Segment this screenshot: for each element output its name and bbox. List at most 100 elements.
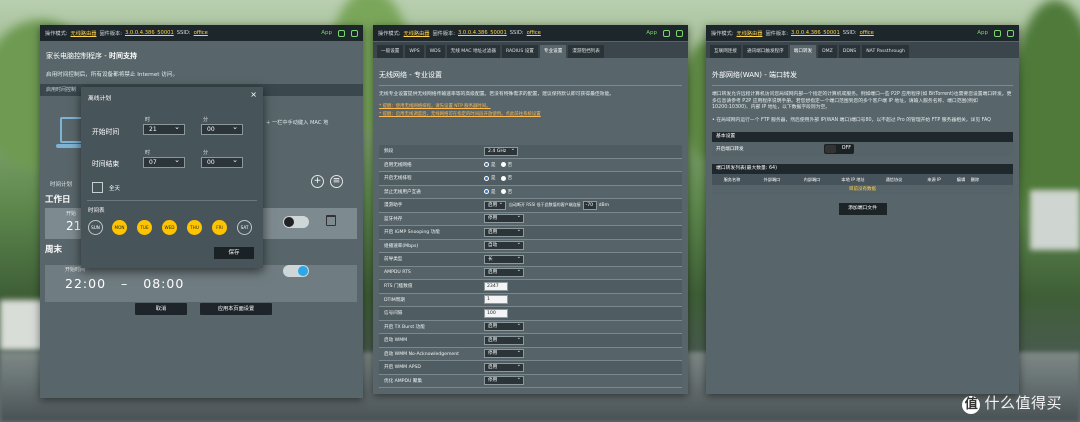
ssid-label: SSID: [176,30,191,36]
mode-value[interactable]: 无线路由器 [404,30,430,37]
day-thu[interactable]: THU [187,220,202,235]
page-description: 端口转发允许远程计算机访问您局域网内部一个指定的计算机或服务。例如端口一些 P2… [712,92,1012,110]
firmware-value[interactable]: 3.0.0.4.386_50001 [125,30,174,36]
day-sun[interactable]: SUN [88,220,103,235]
user-icon[interactable] [663,29,670,37]
setting-input[interactable]: 2347 [484,281,508,291]
ssid-value[interactable]: office [527,30,541,36]
schedule-warning-link[interactable]: * 提醒：启用无线调度后，无线网络可在指定的时间段开放使用。点此前往系统设置 [379,112,682,118]
setting-select[interactable]: 启用 [484,335,524,345]
basic-settings-section: 基本设置 开启端口转发 OFF [712,132,1013,156]
wan-tab[interactable]: 通讯端口触发程序 [742,45,788,58]
ntp-warning-link[interactable]: * 提醒：使用无线网络排程，请先设置 NTP 服务器时间。 [379,104,682,110]
radio-button[interactable] [484,162,489,168]
wan-tab[interactable]: NAT Passthrough [862,45,909,58]
setting-label: 开启无线排程 [384,176,412,182]
setting-select[interactable]: 停用 [484,213,524,224]
setting-label: 信号间隔 [384,311,403,317]
setting-input[interactable]: 1 [484,295,508,305]
add-profile-button[interactable]: 添加端口文件 [838,203,887,215]
mode-value[interactable]: 无线路由器 [71,30,97,37]
radio-button[interactable] [500,175,506,181]
wireless-tab[interactable]: 无线 MAC 地址过滤器 [446,45,500,58]
add-schedule-button[interactable]: + [311,175,324,188]
end-hour-select[interactable]: 07 [143,156,185,168]
user-icon[interactable] [994,29,1001,37]
wan-tab[interactable]: DDNS [838,45,861,58]
setting-select[interactable]: 启用 [484,227,524,237]
day-tue[interactable]: TUE [137,220,152,235]
column-header: 服务名称 [723,176,741,182]
app-link[interactable]: App [977,30,988,36]
wireless-tab[interactable]: WPS [405,45,424,58]
end-minute-select[interactable]: 00 [201,156,243,168]
close-icon[interactable]: × [250,90,257,99]
port-forward-toggle[interactable]: OFF [824,144,854,154]
start-minute-label: 分 [203,117,209,123]
wireless-tabs: 一般设置 WPS WDS 无线 MAC 地址过滤器 RADIUS 设置 专业设置 漫游阻挡列… [373,42,688,58]
day-fri[interactable]: FRI [212,220,227,235]
cancel-button[interactable]: 取消 [135,303,187,315]
day-mon[interactable]: MON [112,220,127,235]
setting-select[interactable]: 停用 [484,375,524,386]
radio-button[interactable] [500,162,506,168]
mac-hint-text: + 一栏中手动键入 MAC 地 [266,120,329,126]
mode-value[interactable]: 无线路由器 [737,30,763,37]
list-schedule-button[interactable]: ≡ [330,175,343,188]
rssi-input[interactable]: -70 [582,200,597,210]
ssid-value[interactable]: office [860,30,874,36]
watermark-text: 什么值得买 [984,394,1062,412]
usb-icon[interactable] [1007,29,1014,37]
setting-row: 前导类型 长 [379,253,682,267]
app-link[interactable]: App [321,30,332,36]
day-wed[interactable]: WED [162,220,177,235]
setting-input[interactable]: 100 [484,308,508,318]
firmware-value[interactable]: 3.0.0.4.386_50001 [791,30,840,36]
roaming-select[interactable]: 启用 [484,200,506,210]
workday-toggle[interactable] [283,216,309,228]
start-minute-select[interactable]: 00 [201,123,243,135]
wireless-tab[interactable]: WDS [425,45,445,58]
setting-select[interactable]: 2.4 GHz [484,146,518,156]
setting-select[interactable]: 长 [484,254,524,264]
setting-select[interactable]: 自动 [484,240,524,251]
basic-settings-header: 基本设置 [712,132,1013,142]
divider [87,200,257,201]
apply-button[interactable]: 应用本页面设置 [200,303,272,315]
status-bar: 操作模式: 无线路由器 固件版本: 3.0.0.4.386_50001 SSID… [373,25,688,41]
wireless-tab[interactable]: RADIUS 设置 [501,45,538,58]
all-day-checkbox[interactable] [92,182,103,193]
radio-button[interactable] [500,189,506,195]
setting-label: 优化 AMPDU 聚集 [384,378,423,384]
radio-button[interactable] [484,189,489,195]
setting-row: DTIM周期 1 [379,293,682,307]
weekend-toggle[interactable] [283,265,309,277]
weekend-header: 周末 [45,245,63,255]
wan-tab[interactable]: DMZ [818,45,837,58]
wireless-tab[interactable]: 漫游阻挡列表 [568,45,604,58]
setting-select[interactable]: 启用 [484,267,524,278]
delete-icon[interactable] [326,215,336,226]
setting-select[interactable]: 启用 [484,321,524,332]
usb-icon[interactable] [351,29,358,37]
day-sat[interactable]: SAT [237,220,252,235]
radio-button[interactable] [484,175,489,181]
wan-tab[interactable]: 互联网连接 [710,45,741,58]
setting-select[interactable]: 启用 [484,362,524,372]
wan-tab[interactable]: 端口转发 [789,45,817,58]
firmware-value[interactable]: 3.0.0.4.386_50001 [458,30,507,36]
usb-icon[interactable] [676,29,683,37]
page-title: 家长电脑控制程序 - 时间支持 [46,52,137,60]
wireless-tab[interactable]: 一般设置 [377,45,404,58]
workday-header: 工作日 [45,195,71,205]
rssi-unit: dBm [598,202,610,208]
save-button[interactable]: 保存 [214,247,254,259]
ssid-value[interactable]: office [194,30,208,36]
end-time-label: 时间结束 [92,160,120,168]
setting-label: 开启 TX Burst 功能 [384,324,425,330]
setting-select[interactable]: 停用 [484,348,524,359]
start-hour-select[interactable]: 21 [143,123,185,135]
app-link[interactable]: App [646,30,657,36]
wireless-tab[interactable]: 专业设置 [539,45,567,58]
user-icon[interactable] [338,29,345,37]
